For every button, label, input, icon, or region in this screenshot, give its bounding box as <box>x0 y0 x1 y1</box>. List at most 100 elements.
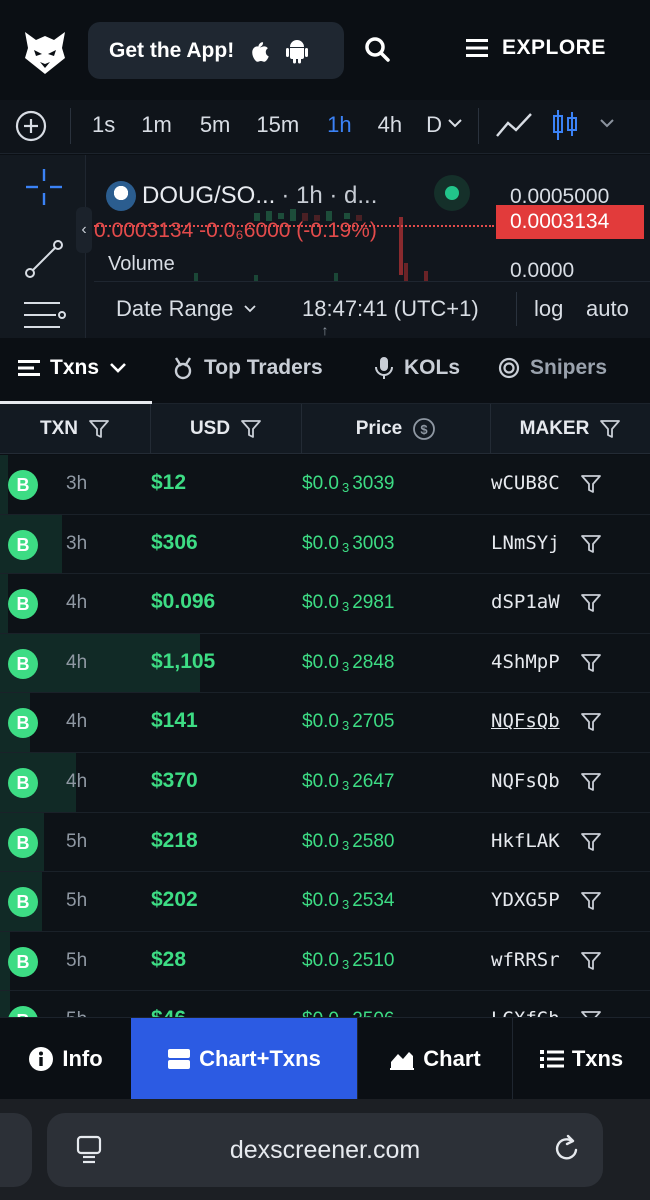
maker-address[interactable]: wfRRSr <box>491 949 560 971</box>
browser-bar: dexscreener.com <box>0 1099 650 1200</box>
get-the-app-button[interactable]: Get the App! <box>88 22 344 79</box>
nav-txns-label: Txns <box>571 1046 624 1071</box>
nav-txns[interactable]: Txns <box>513 1018 650 1100</box>
search-icon[interactable] <box>360 32 396 68</box>
nav-chart-txns[interactable]: Chart+Txns <box>131 1018 357 1100</box>
filter-icon[interactable] <box>580 473 602 495</box>
filter-icon[interactable] <box>580 652 602 674</box>
chevron-down-icon[interactable] <box>446 114 464 132</box>
filter-icon[interactable] <box>599 418 621 440</box>
chevron-down-icon[interactable] <box>598 114 616 132</box>
collapse-toolbar-button[interactable]: ‹ <box>76 207 92 253</box>
column-price[interactable]: Price $ <box>302 404 491 454</box>
chart-area[interactable]: ‹ DOUG/SO... · 1h · d... 0.0003134 -0.0₆… <box>0 155 650 338</box>
dexscreener-logo-icon[interactable] <box>22 28 68 76</box>
divider <box>516 292 517 326</box>
price-zero-count: 3 <box>341 599 350 615</box>
column-txn[interactable]: TXN <box>0 404 151 454</box>
divider <box>478 108 479 144</box>
ohlc-price-line: 0.0003134 -0.0₆6000 (-0.19%) <box>94 219 377 242</box>
filter-icon[interactable] <box>580 890 602 912</box>
filter-icon[interactable] <box>580 592 602 614</box>
table-row[interactable]: B 5h $46 $0.032506 LGXfGh <box>0 991 650 1017</box>
filter-icon[interactable] <box>580 771 602 793</box>
txn-price: $0.0 3 2510 <box>302 950 395 972</box>
maker-address[interactable]: LNmSYj <box>491 532 560 554</box>
filter-icon[interactable] <box>580 950 602 972</box>
reload-icon[interactable] <box>551 1133 583 1165</box>
price-digits: 3039 <box>352 473 395 494</box>
price-axis[interactable]: 0.0005000 0.0003134 0.0000 <box>496 155 650 281</box>
tab-top-traders[interactable]: Top Traders <box>172 356 323 380</box>
timeframe-1s[interactable]: 1s <box>92 110 115 140</box>
tab-txns-label: Txns <box>50 356 100 379</box>
filter-icon[interactable] <box>580 831 602 853</box>
microphone-icon <box>374 356 394 380</box>
tab-top-traders-label: Top Traders <box>204 356 323 379</box>
timeframe-1m[interactable]: 1m <box>141 110 172 140</box>
previous-tab-stub[interactable] <box>0 1113 32 1187</box>
tab-kols[interactable]: KOLs <box>374 356 460 380</box>
filter-icon[interactable] <box>580 1009 602 1017</box>
maker-address[interactable]: HkfLAK <box>491 830 560 852</box>
maker-address[interactable]: LGXfGh <box>491 1008 560 1017</box>
maker-address[interactable]: dSP1aW <box>491 591 560 613</box>
add-indicator-icon[interactable] <box>14 109 48 143</box>
timeframe-4h[interactable]: 4h <box>378 110 402 140</box>
candlestick-icon[interactable] <box>550 106 580 144</box>
tab-txns[interactable]: Txns <box>18 356 127 380</box>
date-range-button[interactable]: Date Range <box>116 296 257 322</box>
txn-age: 5h <box>66 1009 87 1017</box>
maker-address[interactable]: YDXG5P <box>491 889 560 911</box>
filter-icon[interactable] <box>580 711 602 733</box>
bottom-nav: Info Chart+Txns Chart Txns <box>0 1017 650 1100</box>
maker-address[interactable]: wCUB8C <box>491 472 560 494</box>
txn-usd: $1,105 <box>151 649 216 673</box>
log-scale-toggle[interactable]: log <box>534 296 563 322</box>
table-row[interactable]: B 5h $202 $0.0 3 2534 YDXG5P <box>0 872 650 932</box>
pair-title: DOUG/SO... · 1h · d... <box>106 181 377 211</box>
timeframe-d[interactable]: D <box>426 110 442 140</box>
nav-chart[interactable]: Chart <box>358 1018 512 1100</box>
table-row[interactable]: B 3h $12 $0.0 3 3039 wCUB8C <box>0 455 650 515</box>
price-plot[interactable]: DOUG/SO... · 1h · d... 0.0003134 -0.0₆60… <box>94 163 494 281</box>
price-zero-count: 3 <box>341 897 350 913</box>
table-row[interactable]: B 4h $0.096 $0.0 3 2981 dSP1aW <box>0 574 650 634</box>
table-row[interactable]: B 5h $218 $0.0 3 2580 HkfLAK <box>0 812 650 873</box>
price-digits: 2510 <box>352 949 395 971</box>
timeframe-1h[interactable]: 1h <box>327 110 351 140</box>
price-zero-count: 3 <box>341 480 350 495</box>
price-digits: 2705 <box>352 711 395 733</box>
maker-address[interactable]: NQFsQb <box>491 770 560 792</box>
table-row[interactable]: B 5h $28 $0.0 3 2510 wfRRSr <box>0 931 650 992</box>
line-chart-icon[interactable] <box>494 108 534 142</box>
address-bar[interactable]: dexscreener.com <box>47 1113 603 1187</box>
column-maker[interactable]: MAKER <box>491 404 650 454</box>
table-row[interactable]: B 3h $306 $0.0 3 3003 LNmSYj <box>0 514 650 575</box>
maker-address[interactable]: 4ShMpP <box>491 651 560 673</box>
table-row[interactable]: B 4h $1,105 $0.0 3 2848 4ShMpP <box>0 633 650 694</box>
crosshair-icon[interactable] <box>22 165 66 209</box>
nav-info[interactable]: Info <box>0 1018 131 1100</box>
fib-retracement-icon[interactable] <box>22 295 66 339</box>
explore-menu-button[interactable]: EXPLORE <box>466 36 606 60</box>
timeframe-5m[interactable]: 5m <box>200 110 231 140</box>
live-status-icon <box>434 175 470 211</box>
auto-scale-toggle[interactable]: auto <box>586 296 629 322</box>
timeframe-15m[interactable]: 15m <box>256 110 299 140</box>
filter-icon[interactable] <box>580 533 602 555</box>
table-row[interactable]: B 4h $141 $0.0 3 2705 NQFsQb <box>0 693 650 753</box>
filter-icon[interactable] <box>88 418 110 440</box>
txn-price: $0.0 3 2647 <box>302 771 395 793</box>
trend-line-icon[interactable] <box>22 237 66 281</box>
maker-address[interactable]: NQFsQb <box>491 710 560 732</box>
price-prefix: $0.0 <box>302 890 339 912</box>
buy-badge: B <box>8 827 38 858</box>
dollar-circle-icon[interactable]: $ <box>412 417 436 441</box>
table-row[interactable]: B 4h $370 $0.0 3 2647 NQFsQb <box>0 752 650 813</box>
column-usd[interactable]: USD <box>151 404 302 454</box>
tab-snipers[interactable]: Snipers <box>498 356 607 380</box>
pair-timeframe: · 1h · d... <box>281 182 378 209</box>
filter-icon[interactable] <box>240 418 262 440</box>
price-prefix: $0.0 <box>302 830 339 852</box>
